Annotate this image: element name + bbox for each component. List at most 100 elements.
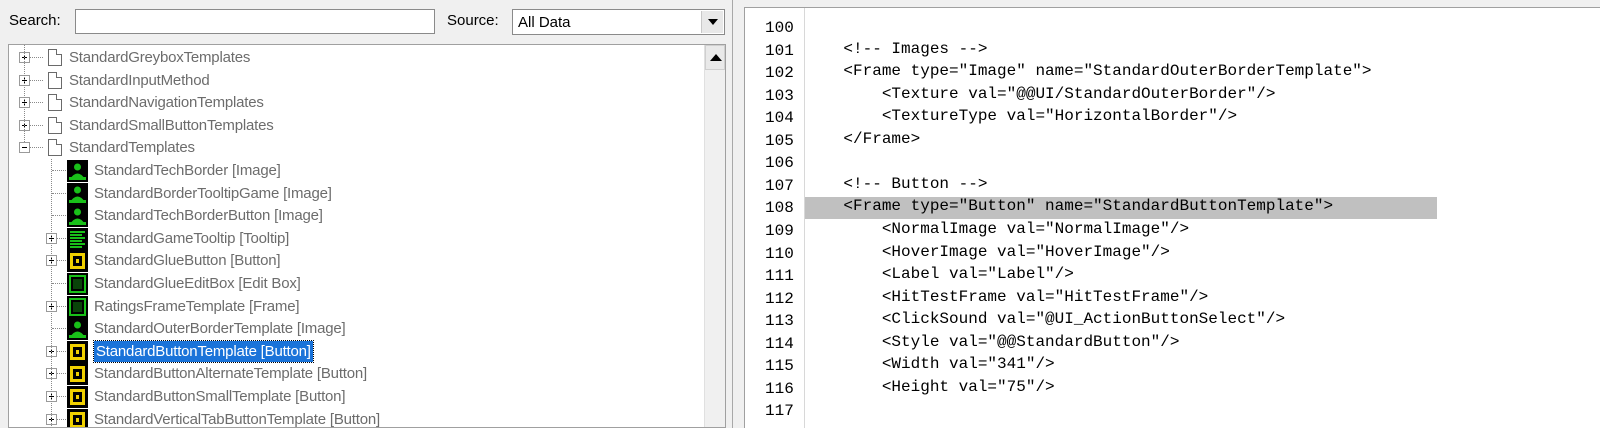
tree-item-label: StandardBorderTooltipGame [Image]: [94, 184, 332, 202]
document-icon: [48, 139, 62, 157]
tree-item-label: StandardOuterBorderTemplate [Image]: [94, 320, 346, 338]
image-icon: [67, 182, 88, 205]
tree-connector: [24, 45, 25, 143]
scroll-up-arrow-icon[interactable]: [705, 45, 725, 70]
line-number: 108: [765, 199, 794, 218]
code-line[interactable]: <!-- Button -->: [805, 175, 987, 197]
line-number: 105: [765, 131, 794, 150]
line-number: 111: [765, 267, 794, 286]
tree-item[interactable]: StandardButtonAlternateTemplate [Button]: [9, 362, 699, 386]
source-dropdown[interactable]: All Data: [512, 9, 725, 35]
image-icon: [67, 205, 88, 228]
tree-item[interactable]: StandardTechBorderButton [Image]: [9, 204, 699, 228]
line-number: 100: [765, 19, 794, 37]
tree-item[interactable]: RatingsFrameTemplate [Frame]: [9, 295, 699, 318]
button-icon: [67, 363, 88, 386]
tree-item[interactable]: StandardGlueEditBox [Edit Box]: [9, 272, 699, 295]
tree-item-label: StandardGameTooltip [Tooltip]: [94, 229, 290, 247]
code-line-highlighted[interactable]: <Frame type="Button" name="StandardButto…: [805, 197, 1437, 220]
document-icon: [48, 71, 62, 89]
button-icon: [67, 250, 88, 273]
code-line[interactable]: <ClickSound val="@UI_ActionButtonSelect"…: [805, 310, 1285, 332]
tree-item-label: StandardTechBorderButton [Image]: [94, 207, 323, 225]
tree-connector: [51, 159, 52, 427]
tree-item[interactable]: StandardGreyboxTemplates: [9, 46, 699, 69]
button-icon: [67, 340, 88, 363]
code-line[interactable]: <TextureType val="HorizontalBorder"/>: [805, 107, 1237, 129]
code-line[interactable]: <HitTestFrame val="HitTestFrame"/>: [805, 288, 1208, 310]
button-icon: [67, 386, 88, 408]
code-line[interactable]: <Label val="Label"/>: [805, 265, 1074, 287]
tree-item-label: StandardButtonSmallTemplate [Button]: [94, 388, 346, 405]
template-tree[interactable]: StandardGreyboxTemplates StandardInputMet…: [8, 44, 726, 428]
code-line[interactable]: <HoverImage val="HoverImage"/>: [805, 243, 1170, 265]
tree-item-label: StandardTemplates: [69, 139, 195, 157]
tree-item[interactable]: StandardButtonSmallTemplate [Button]: [9, 385, 699, 408]
code-line[interactable]: <Style val="@@StandardButton"/>: [805, 333, 1180, 355]
document-icon: [48, 94, 62, 112]
line-number: 114: [765, 334, 794, 353]
tree-item-label: StandardGreyboxTemplates: [69, 49, 251, 66]
tree-item-label: StandardTechBorder [Image]: [94, 162, 281, 179]
line-number: 116: [765, 379, 794, 398]
line-number: 107: [765, 176, 794, 195]
tree-item[interactable]: StandardButtonTemplate [Button]: [9, 339, 699, 363]
source-label: Source:: [447, 12, 499, 29]
code-line[interactable]: <Frame type="Image" name="StandardOuterB…: [805, 62, 1371, 84]
line-number: 102: [765, 64, 794, 83]
line-number: 104: [765, 109, 794, 128]
image-icon: [67, 318, 88, 341]
document-icon: [48, 116, 62, 134]
editbox-icon: [67, 273, 88, 295]
line-number: 110: [765, 244, 794, 263]
button-icon: [67, 408, 88, 427]
pane-splitter[interactable]: [726, 0, 744, 428]
code-line[interactable]: <Height val="75"/>: [805, 378, 1055, 400]
collapse-icon[interactable]: [19, 142, 30, 154]
line-number: 103: [765, 86, 794, 105]
tree-item[interactable]: StandardBorderTooltipGame [Image]: [9, 182, 699, 205]
line-number: 115: [765, 357, 794, 376]
tree-item-label: StandardInputMethod: [69, 71, 210, 89]
line-number: 112: [765, 289, 794, 308]
search-label: Search:: [9, 12, 61, 29]
tree-item[interactable]: StandardTechBorder [Image]: [9, 159, 699, 182]
search-input[interactable]: [75, 9, 435, 34]
tree-item[interactable]: StandardSmallButtonTemplates: [9, 114, 699, 137]
tree-scrollbar[interactable]: [704, 45, 725, 427]
tree-item[interactable]: StandardGameTooltip [Tooltip]: [9, 227, 699, 250]
tree-item[interactable]: StandardInputMethod: [9, 69, 699, 92]
chevron-down-icon[interactable]: [701, 11, 723, 33]
tree-item[interactable]: StandardGlueButton [Button]: [9, 249, 699, 273]
tree-item-label: StandardVerticalTabButtonTemplate [Butto…: [94, 410, 380, 428]
source-selected-value: All Data: [518, 14, 571, 31]
line-number: 106: [765, 154, 794, 173]
image-icon: [67, 160, 88, 182]
explorer-pane: Search: Source: All Data StandardGreybox…: [0, 0, 726, 428]
line-number: 117: [765, 402, 794, 421]
line-number: 109: [765, 221, 794, 240]
code-line[interactable]: <Width val="341"/>: [805, 355, 1055, 377]
code-editor[interactable]: 100 101 102 103 104 105 106 107 108 109 110 111 112 1…: [744, 7, 1600, 428]
line-number: 101: [765, 41, 794, 60]
tree-item-label: StandardButtonTemplate [Button]: [93, 339, 314, 363]
tree-item-label: StandardButtonAlternateTemplate [Button]: [94, 365, 368, 383]
code-line[interactable]: </Frame>: [805, 130, 920, 152]
tree-item-label: RatingsFrameTemplate [Frame]: [94, 297, 300, 315]
tree-item[interactable]: StandardVerticalTabButtonTemplate [Butto…: [9, 408, 699, 428]
tree-item[interactable]: StandardTemplates: [9, 136, 699, 159]
code-line[interactable]: <NormalImage val="NormalImage"/>: [805, 220, 1189, 242]
tree-item-label: StandardGlueEditBox [Edit Box]: [94, 275, 301, 292]
code-line[interactable]: <!-- Images -->: [805, 40, 987, 62]
line-number: 113: [765, 312, 794, 331]
tree-item-label: StandardSmallButtonTemplates: [69, 116, 274, 134]
code-line[interactable]: <Texture val="@@UI/StandardOuterBorder"/…: [805, 85, 1276, 107]
frame-icon: [67, 295, 88, 318]
document-icon: [48, 49, 62, 66]
tree-item-label: StandardNavigationTemplates: [69, 94, 264, 112]
tree-item[interactable]: StandardOuterBorderTemplate [Image]: [9, 317, 699, 341]
tooltip-icon: [67, 227, 88, 250]
tree-item-label: StandardGlueButton [Button]: [94, 252, 281, 270]
tree-item[interactable]: StandardNavigationTemplates: [9, 91, 699, 114]
line-number-gutter: 100 101 102 103 104 105 106 107 108 109 110 111 112 1…: [745, 8, 805, 428]
